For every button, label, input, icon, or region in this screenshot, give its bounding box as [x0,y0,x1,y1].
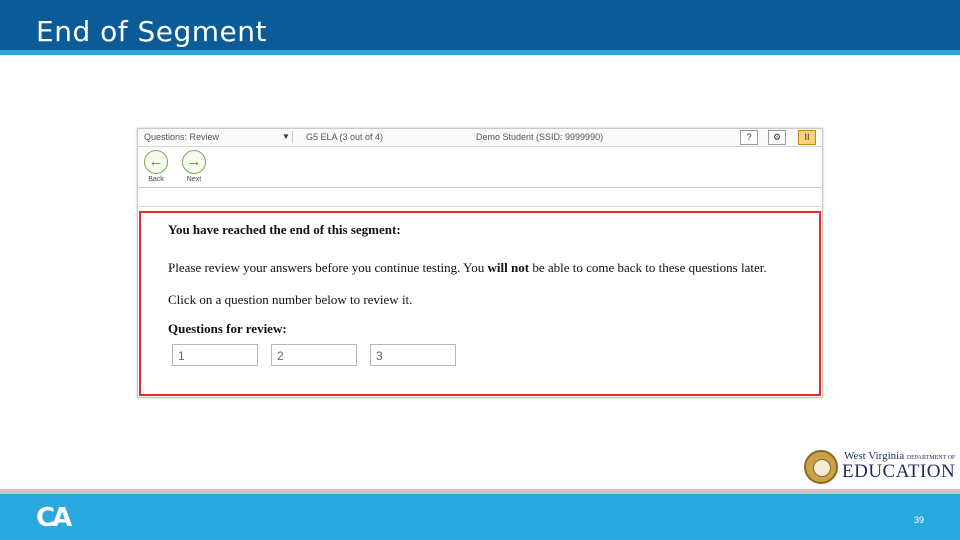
back-button[interactable]: ← Back [143,150,169,184]
question-button-1[interactable]: 1 [172,344,258,366]
divider [138,206,822,207]
state-seal-icon [804,450,838,484]
test-navbar: ← Back → Next [138,147,822,188]
arrow-left-icon: ← [144,150,168,174]
slide-title-bar: End of Segment [0,0,960,50]
page-number: 39 [914,515,925,525]
settings-button[interactable]: ⚙ [768,130,786,145]
questions-dropdown-label: Questions: Review [144,132,220,142]
end-of-segment-panel: You have reached the end of this segment… [139,211,821,396]
back-label: Back [148,176,164,183]
title-accent-stripe [0,50,960,55]
question-button-2[interactable]: 2 [271,344,357,366]
review-instruction: Please review your answers before you co… [168,260,767,276]
pause-button[interactable]: II [798,130,816,145]
question-button-3[interactable]: 3 [370,344,456,366]
review-instruction-emphasis: will not [487,260,530,275]
questions-heading: Questions for review: [168,321,287,336]
review-instruction-end: be able to come back to these questions … [529,260,767,275]
help-button[interactable]: ? [740,130,758,145]
test-screenshot: Questions: Review ▼ G5 ELA (3 out of 4) … [137,128,823,398]
student-info: Demo Student (SSID: 9999990) [476,132,604,142]
slide-title: End of Segment [36,15,267,48]
test-topbar: Questions: Review ▼ G5 ELA (3 out of 4) … [138,129,822,147]
arrow-right-icon: → [182,150,206,174]
ca-logo: CA [36,503,72,533]
click-instruction: Click on a question number below to revi… [168,292,413,307]
questions-dropdown[interactable]: Questions: Review ▼ [144,131,293,143]
wv-education-logo: West Virginia DEPARTMENT OF EDUCATION [804,448,960,488]
next-label: Next [186,176,202,183]
slide-footer: CA 39 [0,494,960,540]
segment-heading: You have reached the end of this segment… [168,222,401,237]
review-instruction-start: Please review your answers before you co… [168,260,488,275]
logo-education: EDUCATION [842,461,956,482]
test-name: G5 ELA (3 out of 4) [306,132,384,142]
chevron-down-icon: ▼ [282,132,290,141]
next-button[interactable]: → Next [181,150,207,184]
